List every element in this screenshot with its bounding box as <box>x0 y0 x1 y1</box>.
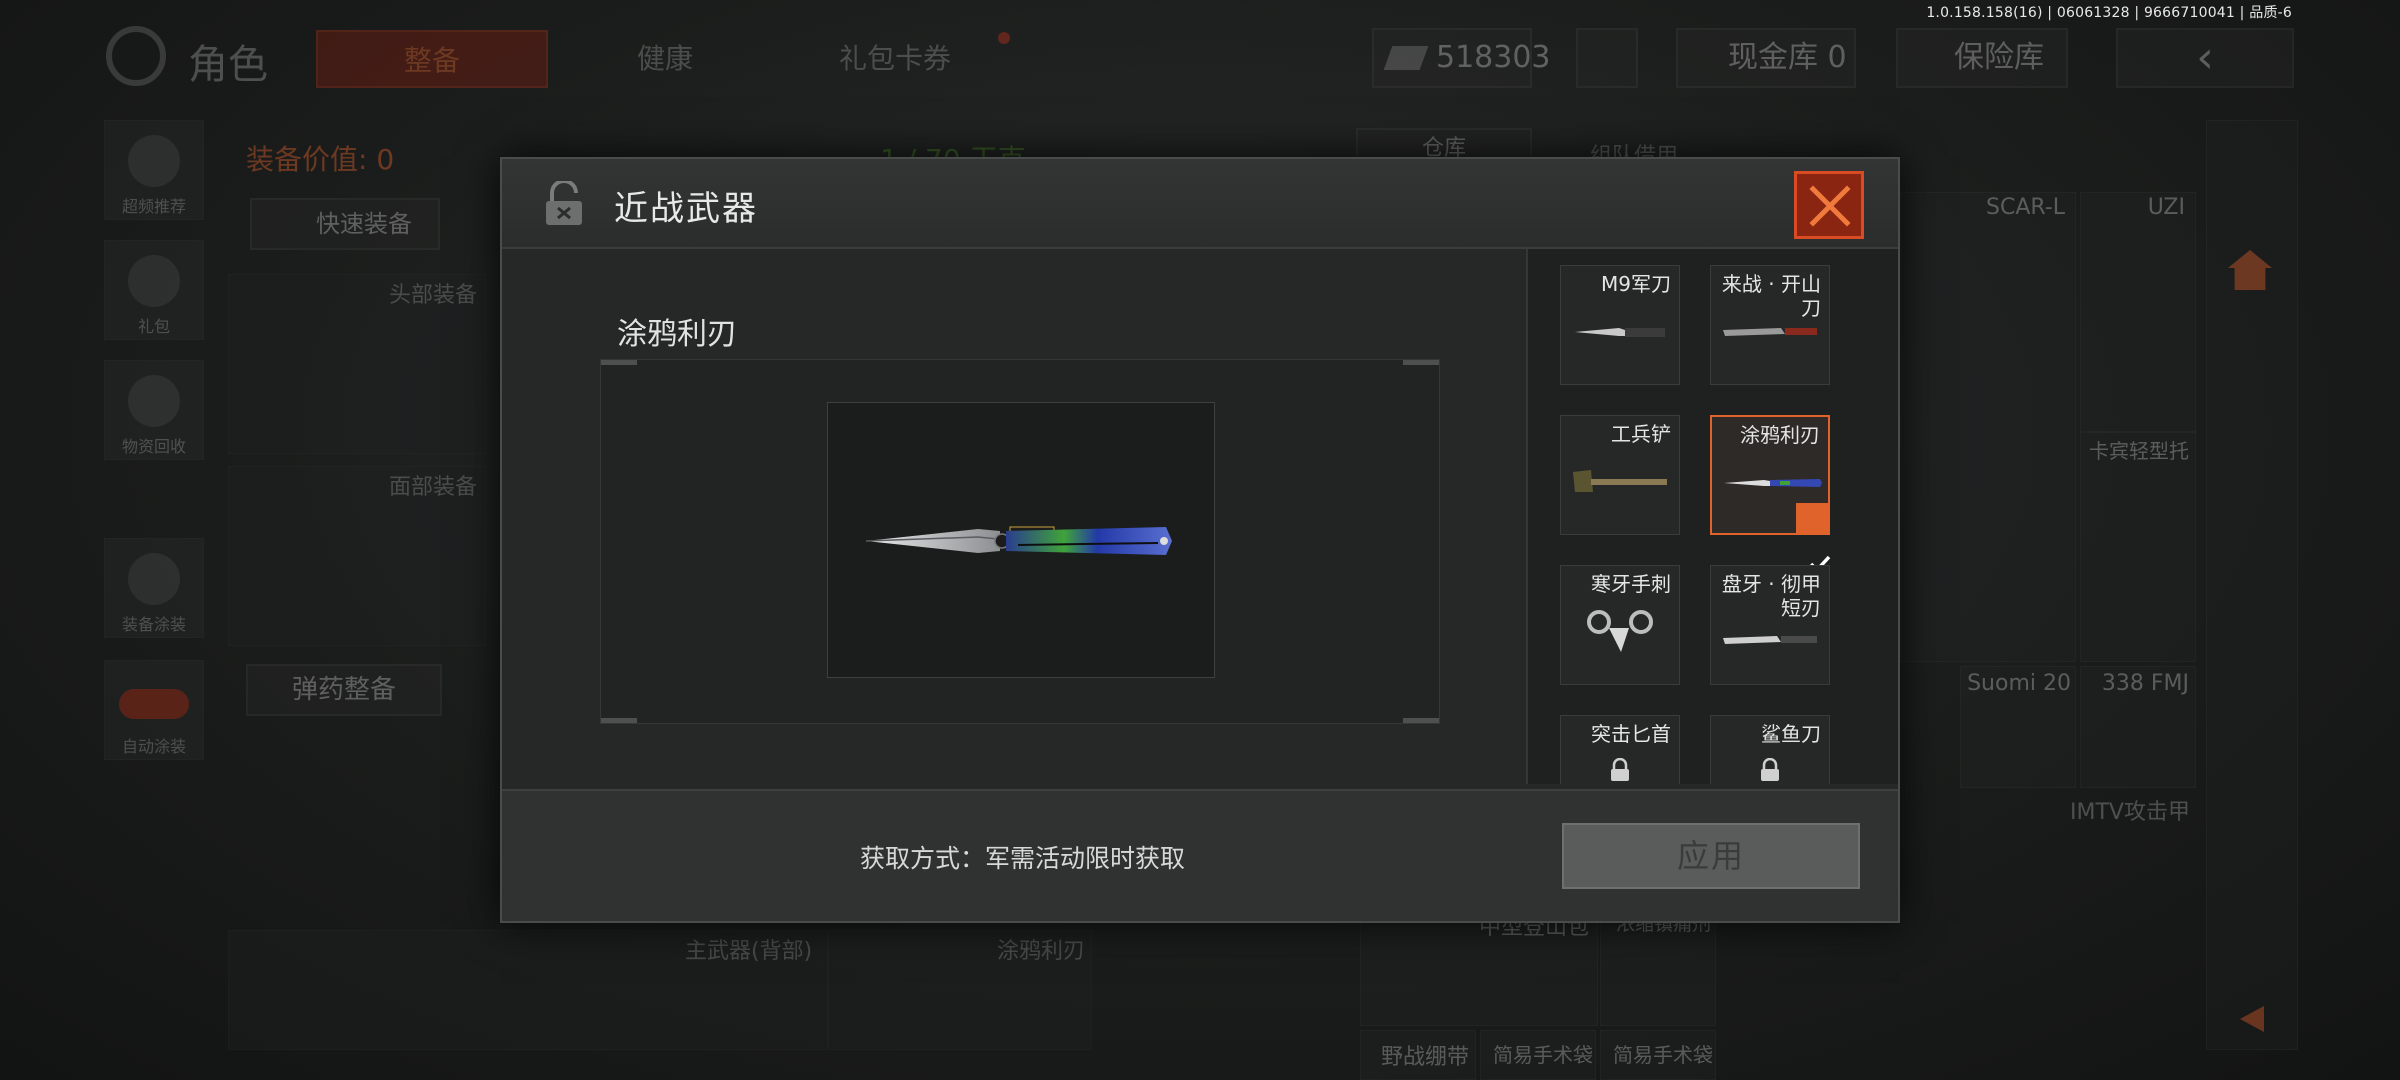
money-icon <box>1383 46 1429 70</box>
primary-weapon-slot[interactable]: 主武器(背部) <box>228 930 828 1050</box>
apply-button[interactable]: 应用 <box>1562 823 1860 889</box>
knife-card-label: 涂鸦利刃 <box>1740 423 1820 447</box>
insurance-vault-label: 保险库 <box>1954 40 2044 75</box>
knife-card-machete[interactable]: 来战 · 开山刀 <box>1710 265 1830 385</box>
knife-card-short-blade[interactable]: 盘牙 · 彻甲短刃 <box>1710 565 1830 685</box>
character-icon-button[interactable] <box>1576 28 1638 88</box>
shovel-icon <box>1573 470 1667 492</box>
armor-label: IMTV攻击甲 <box>2070 800 2190 825</box>
version-info: 1.0.158.158(16) | 06061328 | 9666710041 … <box>1926 5 2292 21</box>
knife-card-graffiti[interactable]: 涂鸦利刃 <box>1710 415 1831 573</box>
weapon-card-338[interactable]: 338 FMJ <box>2080 666 2196 788</box>
quick-equip-button[interactable]: 快速装备 <box>250 198 440 250</box>
side-button-gift[interactable]: 礼包 <box>104 240 204 340</box>
close-button[interactable] <box>1794 171 1864 239</box>
item-card-bandage[interactable]: 野战绷带 <box>1360 1030 1476 1080</box>
corner-decoration <box>601 718 637 723</box>
selected-check-icon <box>1796 503 1831 573</box>
tab-equipment[interactable]: 整备 <box>316 30 548 88</box>
equipped-knife-slot[interactable]: 涂鸦利刃 <box>828 930 1092 1050</box>
recycle-icon <box>128 375 180 427</box>
item-card-backpack[interactable]: 中型登山包 <box>1360 906 1598 1026</box>
ammo-equip-button[interactable]: 弹药整备 <box>246 664 442 716</box>
head-slot[interactable]: 头部装备 <box>228 274 486 454</box>
acquire-method-text: 获取方式：军需活动限时获取 <box>860 844 1186 873</box>
soldier-icon <box>128 553 180 605</box>
weapon-card-uzi[interactable]: UZI <box>2080 192 2196 432</box>
weapon-preview-panel <box>600 359 1440 724</box>
side-button-paint[interactable]: 装备涂装 <box>104 538 204 638</box>
selected-weapon-name: 涂鸦利刃 <box>617 317 737 352</box>
cash-vault-label: 现金库 0 <box>1728 40 1847 75</box>
weapon-card-scar[interactable]: SCAR-L <box>1900 192 2076 662</box>
padlock-icon <box>1611 758 1629 781</box>
weapon-card-suomi[interactable]: Suomi 20 <box>1960 666 2076 788</box>
weapon-card-stock[interactable]: 卡宾轻型托 <box>2080 432 2196 662</box>
notification-dot <box>998 32 1010 44</box>
cash-vault-button[interactable]: 现金库 0 <box>1676 28 1856 88</box>
knife-card-m9[interactable]: M9军刀 <box>1560 265 1680 385</box>
back-button[interactable]: ‹ <box>2116 28 2294 88</box>
knife-card-assault-dagger[interactable]: 突击匕首 <box>1560 715 1680 784</box>
dialog-title: 近战武器 <box>614 189 758 229</box>
machete-icon <box>1723 328 1817 336</box>
padlock-icon <box>1761 758 1779 781</box>
knife-card-label: 突击匕首 <box>1591 722 1671 746</box>
weapon-preview-frame <box>827 402 1215 678</box>
side-button-recycle[interactable]: 物资回收 <box>104 360 204 460</box>
butterfly-knife-image <box>865 526 1172 555</box>
knife-card-label: 盘牙 · 彻甲短刃 <box>1721 572 1821 620</box>
character-logo-icon <box>106 26 166 86</box>
short-blade-icon <box>1723 636 1817 644</box>
face-slot[interactable]: 面部装备 <box>228 466 486 646</box>
corner-decoration <box>1403 718 1439 723</box>
unlock-icon <box>546 181 582 225</box>
helmet-icon <box>128 135 180 187</box>
item-card-surgery-2[interactable]: 简易手术袋 <box>1600 1030 1716 1080</box>
currency-amount: 518303 <box>1436 40 1551 75</box>
corner-decoration <box>1403 360 1439 365</box>
knife-card-claw[interactable]: 寒牙手刺 <box>1560 565 1680 685</box>
insurance-vault-button[interactable]: 保险库 <box>1896 28 2068 88</box>
item-card-surgery-1[interactable]: 简易手术袋 <box>1480 1030 1596 1080</box>
melee-weapon-dialog: 近战武器 涂鸦利刃 M9军刀 来战 · 开山刀 工兵铲 涂鸦利刃 寒牙手刺 盘牙… <box>500 157 1900 923</box>
side-button-autopaint[interactable]: 自动涂装 <box>104 660 204 760</box>
equip-value-label: 装备价值: 0 <box>246 143 395 176</box>
tab-health[interactable]: 健康 <box>580 30 750 88</box>
knife-card-shovel[interactable]: 工兵铲 <box>1560 415 1680 535</box>
butterfly-knife-icon <box>1724 479 1822 487</box>
dialog-header: 近战武器 <box>502 159 1898 249</box>
header-title: 角色 <box>188 42 268 88</box>
knife-card-shark[interactable]: 鲨鱼刀 <box>1710 715 1830 784</box>
close-icon <box>1809 185 1851 227</box>
item-card-painkiller[interactable]: 浓缩镇痛剂 <box>1600 906 1716 1026</box>
corner-decoration <box>601 360 637 365</box>
knife-list[interactable]: M9军刀 来战 · 开山刀 工兵铲 涂鸦利刃 寒牙手刺 盘牙 · 彻甲短刃 突击… <box>1526 249 1898 784</box>
knife-card-label: 鲨鱼刀 <box>1761 722 1821 746</box>
knife-card-label: 寒牙手刺 <box>1591 572 1671 596</box>
knife-card-label: 工兵铲 <box>1611 422 1671 446</box>
currency-display[interactable]: 518303 <box>1372 28 1551 88</box>
dialog-footer: 获取方式：军需活动限时获取 应用 <box>502 789 1898 921</box>
tab-giftcards[interactable]: 礼包卡券 <box>790 30 1000 88</box>
gift-icon <box>128 255 180 307</box>
toggle-icon[interactable] <box>119 689 189 719</box>
side-button-overclock[interactable]: 超频推荐 <box>104 120 204 220</box>
claw-knife-icon <box>1587 610 1653 652</box>
m9-knife-icon <box>1575 328 1665 337</box>
knife-card-label: M9军刀 <box>1601 272 1671 296</box>
